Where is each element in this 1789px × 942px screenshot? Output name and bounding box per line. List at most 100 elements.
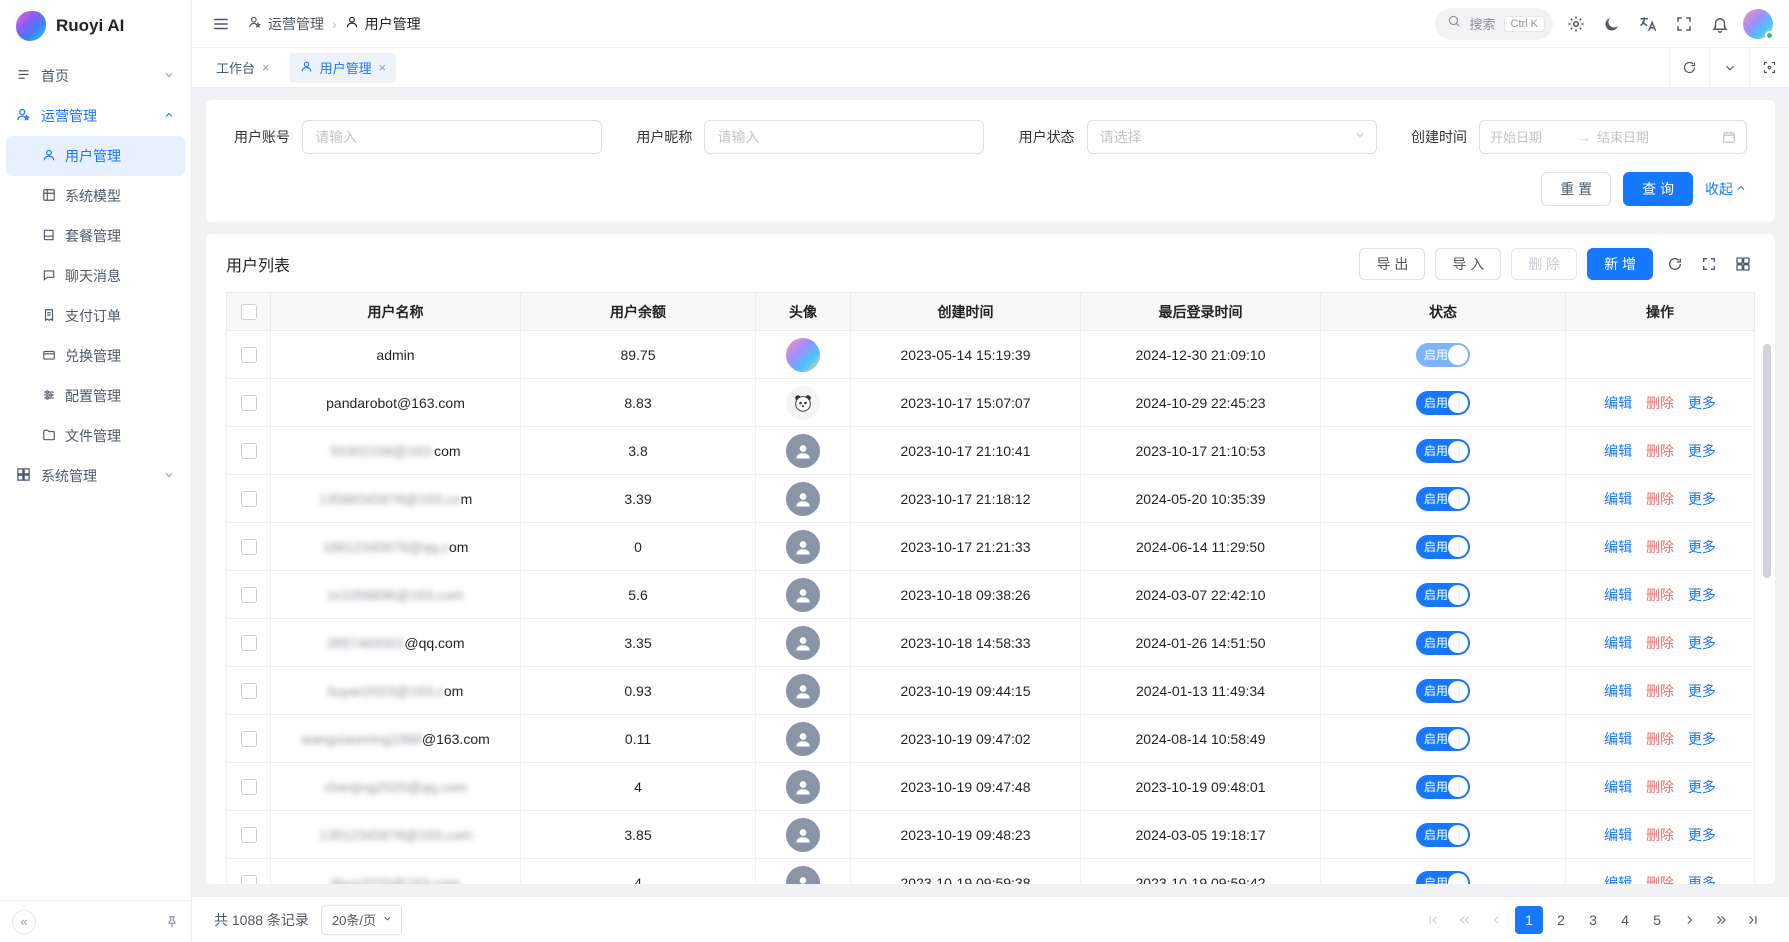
more-link[interactable]: 更多 [1688,587,1716,603]
edit-link[interactable]: 编辑 [1604,827,1632,843]
sidebar-item-home[interactable]: 首页 [0,56,191,96]
row-checkbox[interactable] [241,491,257,507]
edit-link[interactable]: 编辑 [1604,731,1632,747]
status-toggle[interactable]: 启用 [1416,679,1470,703]
row-checkbox[interactable] [241,347,257,363]
more-link[interactable]: 更多 [1688,779,1716,795]
more-link[interactable]: 更多 [1688,827,1716,843]
status-toggle[interactable]: 启用 [1416,775,1470,799]
edit-link[interactable]: 编辑 [1604,683,1632,699]
nickname-input[interactable] [704,120,984,154]
row-checkbox[interactable] [241,587,257,603]
edit-link[interactable]: 编辑 [1604,779,1632,795]
row-checkbox[interactable] [241,827,257,843]
sidebar-item-operations[interactable]: 运营管理 [0,96,191,136]
row-checkbox[interactable] [241,683,257,699]
prev-page-button[interactable] [1483,906,1511,934]
page-button-5[interactable]: 5 [1643,906,1671,934]
page-size-select[interactable]: 20条/页 [321,905,402,935]
chevron-down-icon[interactable] [1709,48,1749,87]
delete-link[interactable]: 删除 [1646,683,1674,699]
row-checkbox[interactable] [241,731,257,747]
delete-link[interactable]: 删除 [1646,443,1674,459]
more-link[interactable]: 更多 [1688,731,1716,747]
sidebar-item-chat-messages[interactable]: 聊天消息 [6,256,185,296]
page-button-4[interactable]: 4 [1611,906,1639,934]
delete-link[interactable]: 删除 [1646,587,1674,603]
edit-link[interactable]: 编辑 [1604,587,1632,603]
delete-link[interactable]: 删除 [1646,539,1674,555]
status-toggle[interactable]: 启用 [1416,583,1470,607]
user-avatar[interactable] [1743,9,1773,39]
end-date-input[interactable] [1597,130,1679,145]
page-button-2[interactable]: 2 [1547,906,1575,934]
row-checkbox[interactable] [241,443,257,459]
sidebar-item-package-management[interactable]: 套餐管理 [6,216,185,256]
edit-link[interactable]: 编辑 [1604,875,1632,885]
status-toggle[interactable]: 启用 [1416,871,1470,885]
more-link[interactable]: 更多 [1688,683,1716,699]
edit-link[interactable]: 编辑 [1604,395,1632,411]
status-toggle[interactable]: 启用 [1416,535,1470,559]
layout-expand-icon[interactable] [1749,48,1789,87]
delete-link[interactable]: 删除 [1646,731,1674,747]
row-checkbox[interactable] [241,539,257,555]
page-button-3[interactable]: 3 [1579,906,1607,934]
export-button[interactable]: 导 出 [1359,248,1425,280]
date-range-picker[interactable]: → [1479,120,1747,154]
prev-jump-button[interactable] [1451,906,1479,934]
sidebar-item-config-management[interactable]: 配置管理 [6,376,185,416]
start-date-input[interactable] [1490,130,1572,145]
notification-bell-icon[interactable] [1707,11,1733,37]
collapse-filters-link[interactable]: 收起 [1705,179,1747,199]
status-toggle[interactable]: 启用 [1416,631,1470,655]
sidebar-item-file-management[interactable]: 文件管理 [6,416,185,456]
search-button[interactable]: 查 询 [1623,172,1693,206]
delete-link[interactable]: 删除 [1646,635,1674,651]
pin-icon[interactable] [165,915,179,929]
status-select[interactable]: 请选择 [1087,120,1377,154]
more-link[interactable]: 更多 [1688,635,1716,651]
sidebar-item-exchange-management[interactable]: 兑换管理 [6,336,185,376]
sidebar-item-payment-orders[interactable]: 支付订单 [6,296,185,336]
sidebar-item-system-management[interactable]: 系统管理 [0,456,191,496]
import-button[interactable]: 导 入 [1435,248,1501,280]
settings-gear-icon[interactable] [1563,11,1589,37]
row-checkbox[interactable] [241,635,257,651]
edit-link[interactable]: 编辑 [1604,491,1632,507]
next-jump-button[interactable] [1707,906,1735,934]
status-toggle[interactable]: 启用 [1416,391,1470,415]
last-page-button[interactable] [1739,906,1767,934]
column-settings-icon[interactable] [1731,252,1755,276]
more-link[interactable]: 更多 [1688,539,1716,555]
sidebar-collapse-button[interactable]: « [12,910,36,934]
fullscreen-icon[interactable] [1671,11,1697,37]
refresh-icon[interactable] [1669,48,1709,87]
tab-workbench[interactable]: 工作台 × [206,53,280,83]
breadcrumb-user-management[interactable]: 用户管理 [345,14,421,34]
row-checkbox[interactable] [241,779,257,795]
status-toggle[interactable]: 启用 [1416,343,1470,367]
delete-link[interactable]: 删除 [1646,491,1674,507]
scrollbar-thumb[interactable] [1763,344,1771,578]
hamburger-menu-icon[interactable] [208,11,234,37]
sidebar-item-user-management[interactable]: 用户管理 [6,136,185,176]
delete-link[interactable]: 删除 [1646,827,1674,843]
row-checkbox[interactable] [241,395,257,411]
breadcrumb-operations[interactable]: 运营管理 [248,14,324,34]
sidebar-item-system-models[interactable]: 系统模型 [6,176,185,216]
global-search[interactable]: 搜索 Ctrl K [1435,8,1553,40]
edit-link[interactable]: 编辑 [1604,539,1632,555]
status-toggle[interactable]: 启用 [1416,439,1470,463]
refresh-icon[interactable] [1663,252,1687,276]
delete-link[interactable]: 删除 [1646,875,1674,885]
more-link[interactable]: 更多 [1688,491,1716,507]
more-link[interactable]: 更多 [1688,443,1716,459]
vertical-scrollbar[interactable] [1763,344,1771,876]
close-icon[interactable]: × [262,60,270,75]
add-button[interactable]: 新 增 [1587,248,1653,280]
close-icon[interactable]: × [379,60,387,75]
first-page-button[interactable] [1419,906,1447,934]
more-link[interactable]: 更多 [1688,395,1716,411]
select-all-checkbox[interactable] [241,304,257,320]
